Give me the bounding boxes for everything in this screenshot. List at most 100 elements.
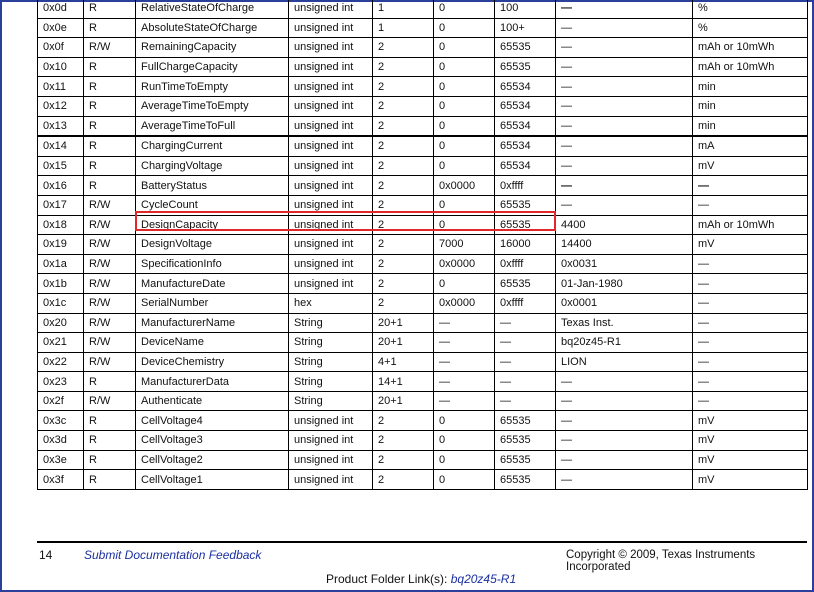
table-row: 0x0f R/W RemainingCapacity unsigned int 2 0 65…: [37, 37, 808, 58]
size-cell: 2: [372, 37, 434, 58]
format-cell: unsigned int: [288, 115, 373, 137]
size-cell: 2: [372, 273, 434, 294]
unit-cell: min: [692, 95, 808, 117]
size-cell: 2: [372, 469, 434, 490]
unit-cell: mAh or 10mWh: [692, 37, 808, 58]
register-name-cell: CellVoltage4: [135, 410, 289, 432]
size-cell: 1: [372, 17, 434, 39]
unit-cell: mV: [692, 430, 808, 451]
register-name-cell: CellVoltage2: [135, 449, 289, 471]
unit-cell: mV: [692, 469, 808, 490]
unit-cell: —: [692, 371, 808, 392]
default-value-cell: —: [555, 95, 693, 117]
command-code-cell: 0x0d: [37, 0, 84, 19]
default-value-cell: bq20z45-R1: [555, 332, 693, 353]
table-row: 0x19 R/W DesignVoltage unsigned int 2 7000 160…: [37, 234, 808, 255]
min-value-cell: 0: [433, 17, 495, 39]
unit-cell: —: [692, 351, 808, 373]
unit-cell: —: [692, 175, 808, 196]
table-row: 0x14 R ChargingCurrent unsigned int 2 0 65534—…: [37, 135, 808, 157]
default-value-cell: —: [555, 76, 693, 97]
format-cell: unsigned int: [288, 449, 373, 471]
format-cell: unsigned int: [288, 155, 373, 177]
table-row: 0x17 R/W CycleCount unsigned int 2 0 65535— —: [37, 194, 808, 216]
size-cell: 2: [372, 76, 434, 97]
register-name-cell: DeviceName: [135, 332, 289, 353]
format-cell: unsigned int: [288, 430, 373, 451]
register-name-cell: Authenticate: [135, 390, 289, 412]
max-value-cell: 65535: [494, 37, 556, 58]
min-value-cell: 0x0000: [433, 253, 495, 275]
min-value-cell: 0: [433, 214, 495, 236]
register-name-cell: AbsoluteStateOfCharge: [135, 17, 289, 39]
size-cell: 2: [372, 95, 434, 117]
access-cell: R: [83, 155, 136, 177]
format-cell: unsigned int: [288, 175, 373, 196]
table-row: 0x3f R CellVoltage1 unsigned int 2 0 65535— mV: [37, 469, 808, 490]
min-value-cell: 0: [433, 115, 495, 137]
size-cell: 2: [372, 430, 434, 451]
format-cell: unsigned int: [288, 0, 373, 19]
size-cell: 2: [372, 410, 434, 432]
access-cell: R/W: [83, 292, 136, 314]
register-name-cell: ManufactureDate: [135, 273, 289, 294]
format-cell: String: [288, 332, 373, 353]
table-row: 0x1c R/W SerialNumber hex 2 0x0000 0xffff 0x000…: [37, 292, 808, 314]
command-code-cell: 0x13: [37, 115, 84, 137]
access-cell: R: [83, 175, 136, 196]
product-folder-link[interactable]: bq20z45-R1: [451, 572, 516, 586]
format-cell: unsigned int: [288, 17, 373, 39]
min-value-cell: 0: [433, 469, 495, 490]
table-row: 0x20 R/W ManufacturerName String 20+1— — Texas…: [37, 312, 808, 334]
default-value-cell: —: [555, 115, 693, 137]
min-value-cell: 0: [433, 76, 495, 97]
size-cell: 4+1: [372, 351, 434, 373]
register-name-cell: DesignVoltage: [135, 234, 289, 255]
command-code-cell: 0x12: [37, 95, 84, 117]
default-value-cell: —: [555, 410, 693, 432]
max-value-cell: 0xffff: [494, 253, 556, 275]
format-cell: String: [288, 371, 373, 392]
default-value-cell: —: [555, 0, 693, 19]
default-value-cell: —: [555, 194, 693, 216]
max-value-cell: 100: [494, 0, 556, 19]
default-value-cell: —: [555, 390, 693, 412]
access-cell: R/W: [83, 390, 136, 412]
command-code-cell: 0x19: [37, 234, 84, 255]
min-value-cell: 0: [433, 37, 495, 58]
size-cell: 2: [372, 234, 434, 255]
table-row: 0x2f R/W Authenticate String 20+1— — — —: [37, 390, 808, 412]
submit-feedback-link[interactable]: Submit Documentation Feedback: [84, 548, 261, 562]
format-cell: unsigned int: [288, 56, 373, 78]
default-value-cell: 14400: [555, 234, 693, 255]
command-code-cell: 0x21: [37, 332, 84, 353]
table-row: 0x11 R RunTimeToEmpty unsigned int 2 0 65534— m…: [37, 76, 808, 97]
command-code-cell: 0x3f: [37, 469, 84, 490]
min-value-cell: 0: [433, 135, 495, 157]
register-name-cell: AverageTimeToEmpty: [135, 95, 289, 117]
command-code-cell: 0x15: [37, 155, 84, 177]
command-code-cell: 0x0f: [37, 37, 84, 58]
min-value-cell: 0x0000: [433, 175, 495, 196]
default-value-cell: —: [555, 175, 693, 196]
default-value-cell: —: [555, 135, 693, 157]
command-code-cell: 0x16: [37, 175, 84, 196]
size-cell: 20+1: [372, 390, 434, 412]
min-value-cell: 0x0000: [433, 292, 495, 314]
register-name-cell: SerialNumber: [135, 292, 289, 314]
max-value-cell: —: [494, 332, 556, 353]
register-name-cell: ManufacturerData: [135, 371, 289, 392]
format-cell: unsigned int: [288, 37, 373, 58]
command-code-cell: 0x2f: [37, 390, 84, 412]
table-row: 0x1a R/W SpecificationInfo unsigned int 2 0x0…: [37, 253, 808, 275]
size-cell: 2: [372, 175, 434, 196]
register-name-cell: FullChargeCapacity: [135, 56, 289, 78]
default-value-cell: —: [555, 56, 693, 78]
access-cell: R: [83, 17, 136, 39]
access-cell: R: [83, 430, 136, 451]
default-value-cell: —: [555, 430, 693, 451]
product-folder-label: Product Folder Link(s):: [326, 572, 448, 586]
default-value-cell: —: [555, 449, 693, 471]
access-cell: R/W: [83, 253, 136, 275]
access-cell: R/W: [83, 37, 136, 58]
